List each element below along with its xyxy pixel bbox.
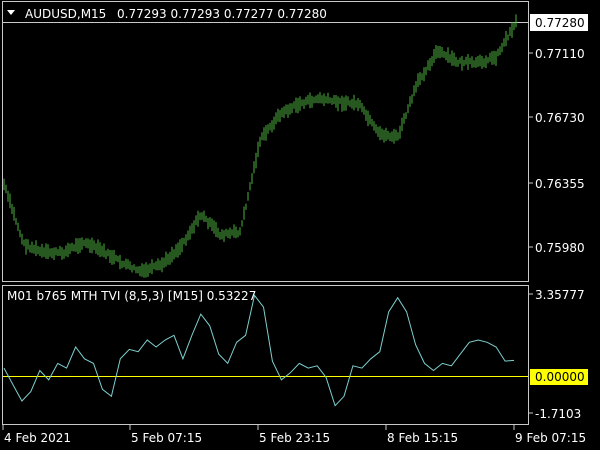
zero-label: 0.00000 xyxy=(535,370,585,384)
current-price-label: 0.77280 xyxy=(535,16,585,30)
main-chart-frame xyxy=(2,1,529,282)
x-tick-label: 5 Feb 07:15 xyxy=(131,431,202,445)
y-tick-label: 0.75980 xyxy=(535,241,585,255)
y-tick-label: 0.76355 xyxy=(535,177,585,191)
y-tick-label: 0.76730 xyxy=(535,111,585,125)
x-tick-label: 5 Feb 23:15 xyxy=(259,431,330,445)
main-y-axis: 0.77110 0.76730 0.76355 0.75980 xyxy=(529,47,585,255)
symbol-label: AUDUSD,M15 xyxy=(25,7,106,21)
y-tick-label: 0.77110 xyxy=(535,47,585,61)
candle-series xyxy=(3,14,517,278)
y-tick-label: 3.35777 xyxy=(535,288,585,302)
chart-window[interactable]: AUDUSD,M15 0.77293 0.77293 0.77277 0.772… xyxy=(0,0,600,450)
tvi-line xyxy=(3,294,515,407)
indicator-y-axis: 3.35777 -1.7103 xyxy=(529,288,585,421)
triangle-down-icon[interactable] xyxy=(7,10,15,15)
y-tick-label: -1.7103 xyxy=(535,407,581,421)
indicator-title: M01 b765 MTH TVI (8,5,3) [M15] 0.53227 xyxy=(7,289,256,303)
x-axis: 4 Feb 2021 5 Feb 07:15 5 Feb 23:15 8 Feb… xyxy=(2,425,586,445)
x-tick-label: 8 Feb 15:15 xyxy=(387,431,458,445)
ohlc-label: 0.77293 0.77293 0.77277 0.77280 xyxy=(117,7,327,21)
x-tick-label: 9 Feb 07:15 xyxy=(515,431,586,445)
x-tick-label: 4 Feb 2021 xyxy=(4,431,71,445)
